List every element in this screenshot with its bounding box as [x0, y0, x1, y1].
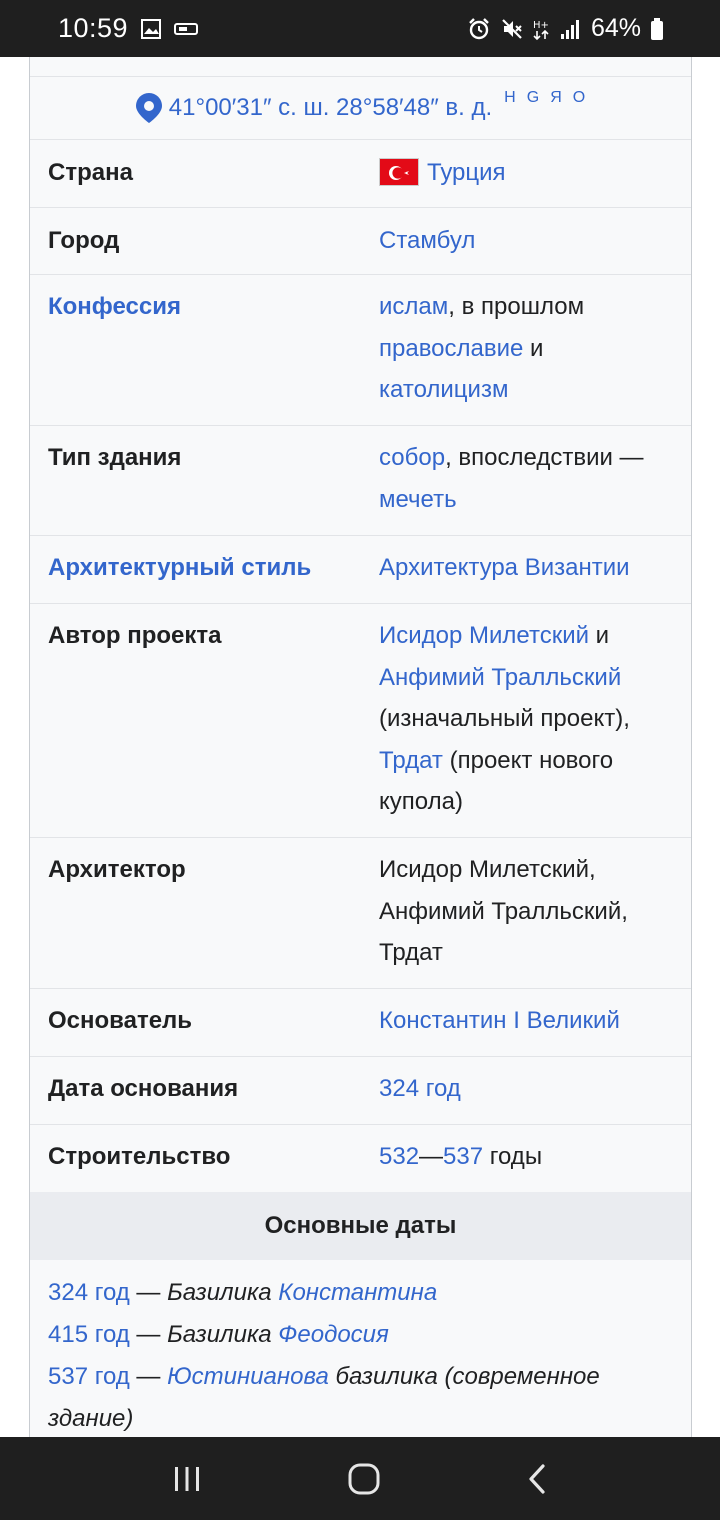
- row-building-type: Тип здания собор, впоследствии — мечеть: [30, 426, 691, 536]
- back-button[interactable]: [526, 1463, 548, 1495]
- year-532-link[interactable]: 532: [379, 1143, 419, 1170]
- value-confession: ислам, в прошлом православие и католициз…: [361, 275, 691, 425]
- label-style-link[interactable]: Архитектурный стиль: [30, 536, 361, 603]
- key-date-dash: —: [129, 1321, 168, 1348]
- key-date-item: 324 год — Базилика Константина: [48, 1272, 673, 1314]
- key-date-item: 537 год — Юстинианова базилика (современ…: [48, 1356, 673, 1437]
- mosque-link[interactable]: мечеть: [379, 486, 457, 513]
- battery-percent: 64%: [590, 14, 641, 42]
- anthemius-link[interactable]: Анфимий Тралльский: [379, 664, 621, 691]
- key-dates-list: 324 год — Базилика Константина 415 год —…: [30, 1260, 691, 1437]
- infobox: 41°00′31″ с. ш. 28°58′48″ в. д. H G Я O …: [29, 57, 692, 1437]
- confession-and: и: [523, 334, 544, 362]
- key-dates-heading: Основные даты: [30, 1192, 691, 1260]
- map-link-h[interactable]: H: [504, 89, 517, 107]
- system-navigation-bar: [0, 1437, 720, 1520]
- label-architect: Архитектор: [48, 856, 186, 883]
- clock: 10:59: [58, 13, 129, 43]
- map-link-ya[interactable]: Я: [550, 89, 563, 107]
- row-style: Архитектурный стиль Архитектура Византии: [30, 536, 691, 604]
- coordinates-link[interactable]: 41°00′31″ с. ш. 28°58′48″ в. д.: [169, 94, 492, 122]
- map-link-g[interactable]: G: [527, 89, 540, 107]
- key-date-link[interactable]: Феодосия: [278, 1321, 389, 1348]
- location-pin-icon[interactable]: [135, 92, 163, 124]
- construction-dash: —: [419, 1143, 444, 1170]
- value-country: Турция: [361, 140, 691, 207]
- cathedral-link[interactable]: собор: [379, 444, 445, 471]
- row-founded: Дата основания 324 год: [30, 1057, 691, 1125]
- key-date-dash: —: [129, 1363, 168, 1390]
- status-bar: 10:59 H+ 64%: [0, 0, 720, 57]
- label-city: Город: [48, 227, 120, 254]
- trdat-link[interactable]: Трдат: [379, 747, 443, 774]
- key-date-year-link[interactable]: 415 год: [48, 1321, 130, 1348]
- label-construction: Строительство: [48, 1143, 231, 1170]
- row-construction: Строительство 532—537 годы: [30, 1125, 691, 1192]
- confession-text: , в прошлом: [448, 293, 585, 320]
- value-building-type: собор, впоследствии — мечеть: [361, 426, 691, 535]
- key-date-text: Базилика: [167, 1279, 279, 1306]
- label-confession-link[interactable]: Конфессия: [30, 275, 361, 425]
- constantine-link[interactable]: Константин I Великий: [379, 1007, 620, 1034]
- turkey-flag-icon: [379, 157, 419, 186]
- row-architect: Архитектор Исидор Милетский, Анфимий Тра…: [30, 838, 691, 989]
- coordinates-map-links: H G Я O: [504, 89, 586, 107]
- key-date-link[interactable]: Константина: [278, 1279, 437, 1306]
- label-project-author: Автор проекта: [48, 622, 222, 649]
- value-construction: 532—537 годы: [361, 1125, 691, 1192]
- author-original-project: (изначальный проект),: [379, 705, 630, 732]
- row-project-author: Автор проекта Исидор Милетский и Анфимий…: [30, 604, 691, 838]
- label-founder: Основатель: [48, 1007, 193, 1034]
- key-date-text: Базилика: [167, 1321, 279, 1348]
- voicemail-notification-icon: [174, 22, 199, 36]
- value-founded: 324 год: [361, 1057, 691, 1124]
- map-link-o[interactable]: O: [573, 89, 586, 107]
- islam-link[interactable]: ислам: [379, 293, 448, 320]
- label-building-type: Тип здания: [48, 444, 182, 471]
- key-date-year-link[interactable]: 324 год: [48, 1279, 130, 1306]
- svg-text:H+: H+: [533, 20, 549, 31]
- recent-apps-button[interactable]: [172, 1464, 202, 1494]
- label-founded: Дата основания: [48, 1075, 239, 1102]
- row-city: Город Стамбул: [30, 208, 691, 275]
- label-country: Страна: [48, 159, 133, 186]
- value-architect: Исидор Милетский, Анфимий Тралльский, Тр…: [379, 856, 628, 966]
- year-537-link[interactable]: 537: [443, 1143, 483, 1170]
- country-link[interactable]: Турция: [427, 159, 506, 186]
- network-type-icon: H+: [533, 17, 551, 41]
- page-content: 41°00′31″ с. ш. 28°58′48″ в. д. H G Я O …: [0, 57, 720, 1437]
- catholicism-link[interactable]: католицизм: [379, 376, 508, 403]
- value-founder: Константин I Великий: [361, 989, 691, 1056]
- alarm-icon: [467, 17, 491, 41]
- home-button[interactable]: [347, 1462, 381, 1496]
- byzantine-architecture-link[interactable]: Архитектура Византии: [379, 554, 630, 581]
- author-and: и: [589, 622, 610, 649]
- city-link[interactable]: Стамбул: [379, 227, 475, 254]
- signal-strength-icon: [560, 18, 582, 40]
- key-date-year-link[interactable]: 537 год: [48, 1363, 130, 1390]
- isidore-link[interactable]: Исидор Милетский: [379, 622, 589, 649]
- row-founder: Основатель Константин I Великий: [30, 989, 691, 1057]
- key-date-item: 415 год — Базилика Феодосия: [48, 1314, 673, 1356]
- orthodoxy-link[interactable]: православие: [379, 335, 523, 362]
- value-project-author: Исидор Милетский и Анфимий Тралльский (и…: [361, 604, 691, 837]
- construction-years: годы: [483, 1143, 543, 1170]
- value-style: Архитектура Византии: [361, 536, 691, 603]
- row-country: Страна Турция: [30, 140, 691, 208]
- key-date-dash: —: [129, 1279, 168, 1306]
- gallery-notification-icon: [140, 18, 162, 40]
- row-confession: Конфессия ислам, в прошлом православие и…: [30, 275, 691, 426]
- value-city: Стамбул: [361, 208, 691, 274]
- mute-icon: [500, 17, 524, 41]
- coordinates-row: 41°00′31″ с. ш. 28°58′48″ в. д. H G Я O: [30, 77, 691, 140]
- battery-icon: [650, 17, 664, 41]
- year-324-link[interactable]: 324 год: [379, 1075, 461, 1102]
- infobox-top-strip: [30, 57, 691, 77]
- key-date-link[interactable]: Юстинианова: [167, 1363, 329, 1390]
- building-type-text: , впоследствии —: [445, 444, 644, 471]
